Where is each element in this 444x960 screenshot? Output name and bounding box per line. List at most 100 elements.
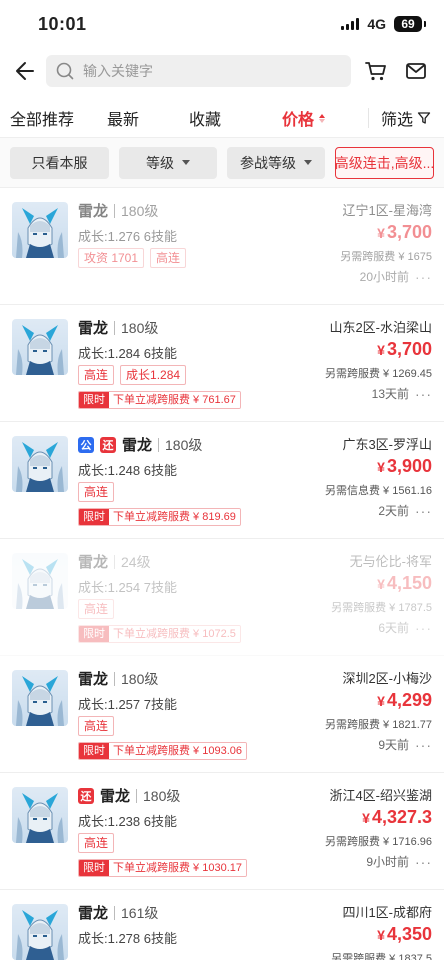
pet-level: 180级 [121,319,159,336]
pet-growth: 成长:1.257 7技能 [78,697,177,712]
listing-item[interactable]: 雷龙 161级 成长:1.278 6技能 四川1区-成都府 ¥4,350 另需跨… [0,890,444,960]
listing-time-row: 6天前 ··· [378,619,432,636]
listing-item[interactable]: 雷龙 180级 成长:1.276 6技能 攻资 1701 高连 辽宁1区-星海湾 … [0,188,444,305]
divider [114,905,116,920]
promo-text: 下单立减跨服费 ¥ 1030.17 [109,860,246,876]
pet-growth: 成长:1.276 6技能 [78,229,177,244]
server-name: 四川1区-成都府 [342,905,432,920]
tab-label: 最新 [107,112,140,129]
search-bar-row [0,48,444,94]
listing-price: ¥3,700 [377,222,432,243]
server-name: 无与伦比-将军 [349,554,432,569]
divider [114,554,116,569]
extra-fee: 另需信息费 ¥ 1561.16 [325,485,432,497]
pet-name: 雷龙 [78,554,109,571]
tab-all-recommended[interactable]: 全部推荐 [10,98,74,138]
public-badge: 公 [78,436,94,453]
tab-label: 筛选 [381,112,414,129]
advanced-filter-chip[interactable]: 高级连击,高级... [335,146,434,179]
listing-item[interactable]: 雷龙 180级 成长:1.284 6技能 高连 成长1.284 限时 下单立减跨服… [0,305,444,422]
server-name: 浙江4区-绍兴鉴湖 [329,788,432,803]
price-value: 3,900 [386,456,432,476]
pet-level: 24级 [121,553,151,570]
tag-list: 高连 [78,716,115,736]
extra-fee: 另需跨服费 ¥ 1675 [340,251,432,263]
tag-list: 高连 [78,599,115,619]
more-options-icon[interactable]: ··· [415,854,432,870]
price-value: 4,327.3 [371,807,432,827]
price-value: 4,299 [386,690,432,710]
listing-time-row: 2天前 ··· [378,502,432,519]
listing-price: ¥4,350 [377,924,432,945]
extra-fee: 另需跨服费 ¥ 1269.45 [325,368,432,380]
listing-time: 6天前 [378,621,409,635]
tag-list: 攻资 1701 高连 [78,248,187,268]
cart-button[interactable] [361,56,391,86]
listing-item[interactable]: 还 雷龙 180级 成长:1.238 6技能 高连 限时 下单立减跨服费 ¥ 1… [0,773,444,890]
listing-tag: 高连 [78,716,115,736]
listing-time-row: 9天前 ··· [378,736,432,753]
listing-title: 雷龙 180级 [78,317,158,338]
search-icon [56,62,74,80]
listing-item[interactable]: 公还 雷龙 180级 成长:1.248 6技能 高连 限时 下单立减跨服费 ¥ … [0,422,444,539]
mail-icon [406,63,426,79]
currency-symbol: ¥ [377,342,385,358]
pet-level: 180级 [121,202,159,219]
promo-text: 下单立减跨服费 ¥ 761.67 [109,392,240,408]
more-options-icon[interactable]: ··· [415,503,432,519]
only-this-server-chip[interactable]: 只看本服 [10,146,109,179]
more-options-icon[interactable]: ··· [415,269,432,285]
message-button[interactable] [401,56,431,86]
tab-price[interactable]: 价格 [282,98,326,138]
tab-latest[interactable]: 最新 [107,98,139,138]
promo-banner: 限时 下单立减跨服费 ¥ 761.67 [78,391,241,409]
more-options-icon[interactable]: ··· [415,737,432,753]
promo-text: 下单立减跨服费 ¥ 1093.06 [109,743,246,759]
tag-list: 高连 成长1.284 [78,365,187,385]
chip-label: 等级 [146,154,174,171]
chip-label: 高级连击,高级... [335,154,434,171]
divider [158,437,160,452]
currency-symbol: ¥ [377,459,385,475]
divider [114,320,116,335]
server-name: 深圳2区-小梅沙 [342,671,432,686]
promo-text: 下单立减跨服费 ¥ 819.69 [109,509,240,525]
cart-icon [365,62,386,81]
pet-name: 雷龙 [122,437,153,454]
promo-label: 限时 [79,509,109,525]
search-input[interactable] [83,63,341,79]
listing-time: 20小时前 [359,270,409,284]
search-box[interactable] [46,55,351,87]
currency-symbol: ¥ [377,693,385,709]
back-button[interactable] [6,53,42,89]
currency-symbol: ¥ [362,810,370,826]
listing-tag: 高连 [78,833,115,853]
tab-label: 全部推荐 [10,112,75,129]
extra-fee: 另需跨服费 ¥ 1716.96 [325,836,432,848]
divider [136,788,138,803]
tab-filter[interactable]: 筛选 [381,98,431,138]
filter-icon [417,112,431,124]
listing-time: 9天前 [378,738,409,752]
listing-tag: 高连 [78,482,115,502]
extra-fee: 另需跨服费 ¥ 1787.5 [331,602,432,614]
pet-level: 161级 [121,904,159,921]
more-options-icon[interactable]: ··· [415,386,432,402]
more-options-icon[interactable]: ··· [415,620,432,636]
currency-symbol: ¥ [377,576,385,592]
pet-growth: 成长:1.238 6技能 [78,814,177,829]
level-dropdown[interactable]: 等级 [119,146,217,179]
promo-text: 下单立减跨服费 ¥ 1072.5 [109,626,240,642]
listing-price: ¥4,150 [377,573,432,594]
listing-item[interactable]: 雷龙 24级 成长:1.254 7技能 高连 限时 下单立减跨服费 ¥ 1072… [0,539,444,656]
pet-avatar [12,670,68,726]
tab-favorites[interactable]: 收藏 [189,98,221,138]
listing-item[interactable]: 雷龙 180级 成长:1.257 7技能 高连 限时 下单立减跨服费 ¥ 109… [0,656,444,773]
tab-label: 收藏 [189,112,222,129]
listing-time: 2天前 [378,504,409,518]
currency-symbol: ¥ [377,927,385,943]
pet-growth: 成长:1.284 6技能 [78,346,177,361]
filter-chips: 只看本服 等级 参战等级 高级连击,高级... [0,138,444,188]
pet-growth: 成长:1.254 7技能 [78,580,177,595]
battle-level-dropdown[interactable]: 参战等级 [227,146,325,179]
